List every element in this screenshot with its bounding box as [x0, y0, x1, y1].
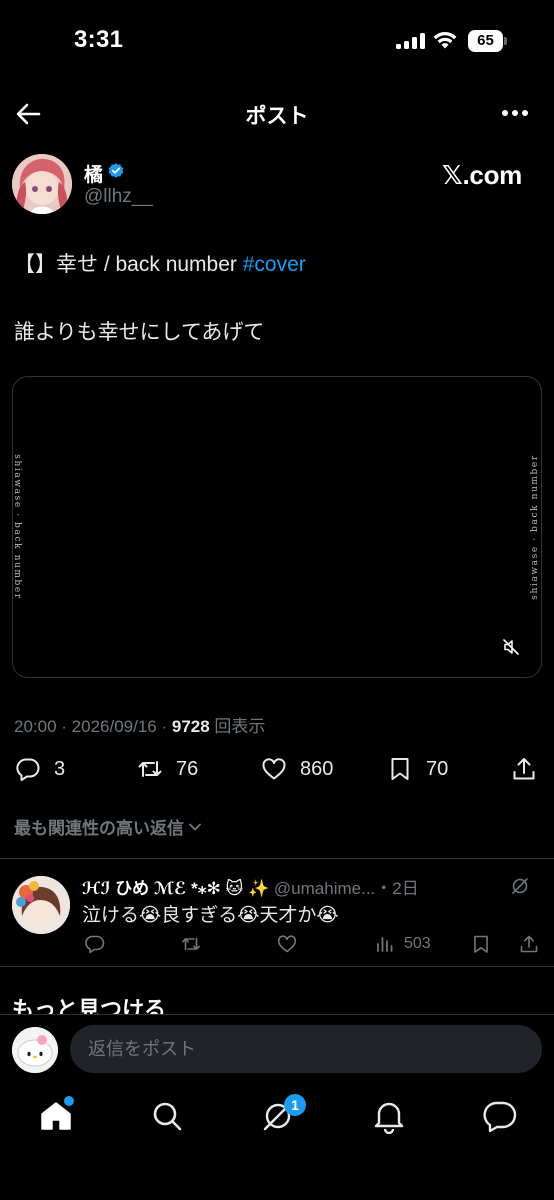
reply-author-handle[interactable]: @umahime... [274, 879, 375, 898]
post-title-text: 【】幸せ / back number [14, 253, 243, 276]
reply-input[interactable] [70, 1025, 542, 1073]
post-date: 2026/09/16 [71, 717, 157, 736]
reply-text: 泣ける😭良すぎる😭天才か😭 [82, 905, 339, 926]
reply-author-name[interactable]: ℋℐ ひめ ℳℰ *⁎✻ 🐱 ✨ [82, 879, 269, 898]
post-action-bar: 3 76 860 70 [0, 752, 554, 786]
home-notification-dot [64, 1096, 74, 1106]
search-icon[interactable] [149, 1098, 185, 1134]
bottom-tab-bar: 1 [0, 1084, 554, 1200]
wifi-icon [433, 32, 457, 49]
reply-avatar[interactable] [12, 876, 70, 934]
status-bar: 3:31 65 [0, 0, 554, 84]
reply-views-count: 503 [404, 935, 431, 952]
reply-icon [16, 758, 40, 781]
divider [0, 858, 554, 859]
reply-count: 3 [54, 757, 66, 780]
reply-age: ・2日 [375, 879, 419, 898]
reply-repost-button[interactable] [180, 930, 202, 958]
views-label: 回表示 [214, 717, 266, 736]
reply-bookmark-button[interactable] [470, 930, 492, 958]
like-button[interactable]: 860 [260, 752, 333, 786]
video-side-text-left: shiawase · back number [12, 454, 22, 600]
reply-reply-button[interactable] [84, 930, 106, 958]
repost-count: 76 [176, 757, 199, 780]
reply-item[interactable]: ℋℐ ひめ ℳℰ *⁎✻ 🐱 ✨ @umahime...・2日 泣ける😭良すぎる… [0, 860, 554, 966]
reply-views[interactable]: 503 [374, 930, 431, 958]
divider [0, 966, 554, 967]
muted-speaker-icon[interactable] [501, 637, 521, 657]
current-user-avatar[interactable] [12, 1027, 58, 1073]
author-avatar[interactable] [12, 154, 72, 214]
post-text-body: 誰よりも幸せにしてあげて [14, 321, 265, 344]
bookmark-count: 70 [426, 757, 449, 780]
repost-icon [138, 761, 162, 777]
top-nav: ポスト [0, 90, 554, 138]
reply-sort-label: 最も関連性の高い返信 [14, 819, 184, 838]
reply-icon [85, 935, 105, 954]
bookmark-icon [391, 758, 409, 780]
reply-button[interactable]: 3 [14, 752, 65, 786]
messages-icon[interactable] [482, 1098, 518, 1134]
x-com-logo: 𝕏.com [441, 160, 522, 190]
battery-icon: 65 [468, 30, 508, 52]
share-icon [513, 758, 535, 780]
like-count: 860 [300, 757, 334, 780]
verified-badge-icon [108, 163, 124, 178]
reply-like-button[interactable] [276, 930, 298, 958]
hashtag-link[interactable]: #cover [243, 253, 306, 276]
bookmark-button[interactable]: 70 [386, 752, 448, 786]
views-count: 9728 [171, 717, 210, 736]
heart-icon [262, 758, 286, 780]
notifications-bell-icon[interactable] [371, 1098, 407, 1134]
post-time: 20:00 [14, 717, 57, 736]
repost-icon [182, 937, 200, 951]
post-author: 橘 @llhz__ 𝕏.com [12, 154, 542, 216]
reply-composer [0, 1014, 554, 1084]
share-button[interactable] [510, 752, 538, 786]
views-chart-icon [377, 937, 393, 952]
more-options-icon[interactable] [502, 110, 528, 118]
section-title: もっと見つける [12, 997, 167, 1016]
status-time: 3:31 [74, 26, 124, 53]
cellular-signal-icon [396, 33, 426, 49]
reply-sort-dropdown[interactable]: 最も関連性の高い返信 [14, 814, 202, 839]
author-handle[interactable]: @llhz__ [84, 186, 153, 208]
video-side-text-right: shiawase · back number [530, 454, 540, 600]
battery-level: 65 [468, 30, 503, 52]
heart-icon [277, 935, 297, 953]
messages-badge: 1 [284, 1094, 306, 1116]
reply-share-button[interactable] [518, 930, 540, 958]
post-meta: 20:00 · 2026/09/16 · 9728 回表示 [14, 717, 266, 736]
share-icon [520, 935, 538, 953]
video-player[interactable]: shiawase · back number shiawase · back n… [12, 376, 542, 678]
repost-button[interactable]: 76 [136, 752, 198, 786]
author-name[interactable]: 橘 [84, 160, 103, 187]
bookmark-icon [474, 935, 488, 953]
reply-header: ℋℐ ひめ ℳℰ *⁎✻ 🐱 ✨ @umahime...・2日 [82, 874, 419, 899]
grok-icon[interactable] [510, 876, 530, 896]
page-title: ポスト [245, 105, 309, 128]
post-text-title: 【】幸せ / back number #cover [14, 248, 306, 278]
chevron-down-icon [189, 823, 201, 830]
reply-action-bar: 503 [0, 930, 554, 958]
